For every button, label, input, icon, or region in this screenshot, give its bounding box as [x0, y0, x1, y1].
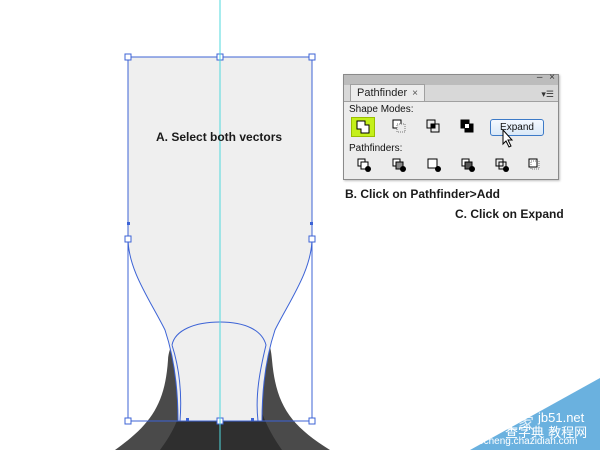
- close-button[interactable]: ×: [549, 72, 555, 83]
- watermark-sub: jiaocheng.chazidian.com: [468, 436, 578, 447]
- mouse-cursor-icon: [502, 129, 514, 148]
- pathfinder-panel: – × Pathfinder × ▾☰ Shape Modes: Expand …: [343, 72, 559, 180]
- merge-icon: [427, 158, 441, 172]
- trim-icon: [392, 158, 406, 172]
- intersect-button[interactable]: [422, 117, 444, 135]
- outline-button[interactable]: [491, 156, 513, 174]
- unite-button[interactable]: [351, 117, 375, 137]
- shape-modes-label: Shape Modes:: [349, 104, 414, 115]
- exclude-icon: [460, 119, 474, 133]
- pathfinders-label: Pathfinders:: [349, 143, 403, 154]
- tab-label: Pathfinder: [357, 87, 408, 99]
- annotation-select-vectors: A. Select both vectors: [156, 130, 283, 144]
- panel-body: Shape Modes: Expand Pathfinders:: [344, 101, 558, 179]
- intersect-icon: [426, 119, 440, 133]
- exclude-button[interactable]: [456, 117, 478, 135]
- outline-icon: [495, 158, 509, 172]
- panel-menu-icon[interactable]: ▾☰: [541, 89, 554, 100]
- annotation-click-add: B. Click on Pathfinder>Add: [345, 187, 501, 201]
- expand-button[interactable]: Expand: [490, 119, 544, 136]
- unite-icon: [356, 120, 370, 134]
- minus-front-button[interactable]: [388, 117, 410, 135]
- divide-icon: [357, 158, 371, 172]
- minimize-button[interactable]: –: [537, 72, 543, 83]
- tab-pathfinder[interactable]: Pathfinder ×: [350, 84, 425, 102]
- minus-back-button[interactable]: [524, 156, 546, 174]
- merge-button[interactable]: [423, 156, 445, 174]
- trim-button[interactable]: [388, 156, 410, 174]
- tab-close-icon[interactable]: ×: [412, 88, 418, 99]
- minus-front-icon: [392, 119, 406, 133]
- annotation-click-expand: C. Click on Expand: [455, 207, 564, 221]
- minus-back-icon: [528, 158, 540, 170]
- artboard: [115, 0, 600, 450]
- divide-button[interactable]: [353, 156, 375, 174]
- crop-button[interactable]: [457, 156, 479, 174]
- crop-icon: [461, 158, 475, 172]
